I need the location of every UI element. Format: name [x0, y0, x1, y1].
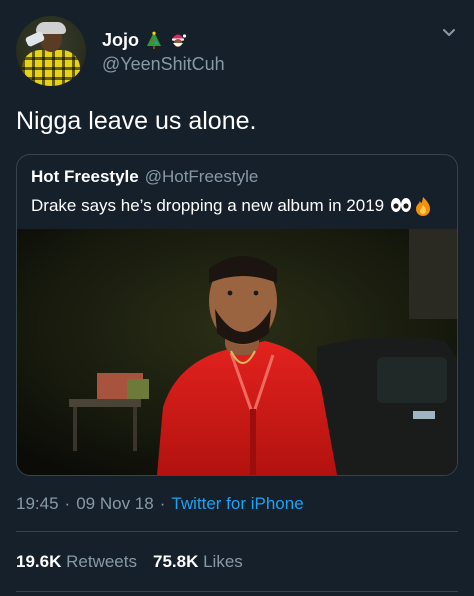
quoted-handle: @HotFreestyle: [144, 167, 259, 186]
quoted-tweet-text-row: Drake says he’s dropping a new album in …: [31, 195, 432, 217]
tweet-meta: 19:45 · 09 Nov 18 · Twitter for iPhone: [16, 494, 304, 514]
author-name-row[interactable]: Jojo: [102, 28, 187, 52]
divider: [16, 531, 458, 532]
quoted-tweet-card[interactable]: Hot Freestyle @HotFreestyle Drake says h…: [16, 154, 458, 476]
tweet-stats: 19.6K Retweets 75.8K Likes: [16, 552, 243, 572]
meta-separator: ·: [64, 494, 71, 513]
likes-count: 75.8K: [152, 552, 199, 571]
avatar[interactable]: [16, 16, 86, 86]
retweets-stat[interactable]: 19.6K Retweets: [16, 552, 137, 572]
quoted-emojis: [390, 196, 432, 216]
retweets-count: 19.6K: [16, 552, 62, 571]
meta-separator: ·: [159, 494, 166, 513]
quoted-photo-image[interactable]: [17, 229, 457, 475]
tweet-source-link[interactable]: Twitter for iPhone: [171, 494, 303, 514]
tweet-text: Nigga leave us alone.: [16, 107, 257, 135]
avatar-shirt: [22, 50, 80, 86]
author-handle[interactable]: @YeenShitCuh: [102, 54, 225, 75]
likes-stat[interactable]: 75.8K Likes: [153, 552, 243, 572]
divider: [16, 591, 458, 592]
santa-emoji-icon: [172, 34, 187, 47]
tweet-date: 09 Nov 18: [76, 494, 154, 513]
chevron-down-icon[interactable]: [440, 24, 458, 42]
quoted-tweet-text: Drake says he’s dropping a new album in …: [31, 196, 385, 215]
author-display-name[interactable]: Jojo: [102, 30, 139, 51]
quoted-tweet-header: Hot Freestyle @HotFreestyle: [31, 167, 258, 187]
tweet-time: 19:45: [16, 494, 59, 513]
fire-emoji-icon: [416, 197, 431, 216]
retweets-label: Retweets: [66, 552, 137, 571]
likes-label: Likes: [203, 552, 243, 571]
quoted-display-name: Hot Freestyle: [31, 167, 139, 186]
christmas-tree-emoji-icon: [147, 31, 162, 49]
tweet-header: Jojo @YeenShitCuh: [16, 16, 458, 86]
eyes-emoji-icon: [391, 198, 412, 212]
